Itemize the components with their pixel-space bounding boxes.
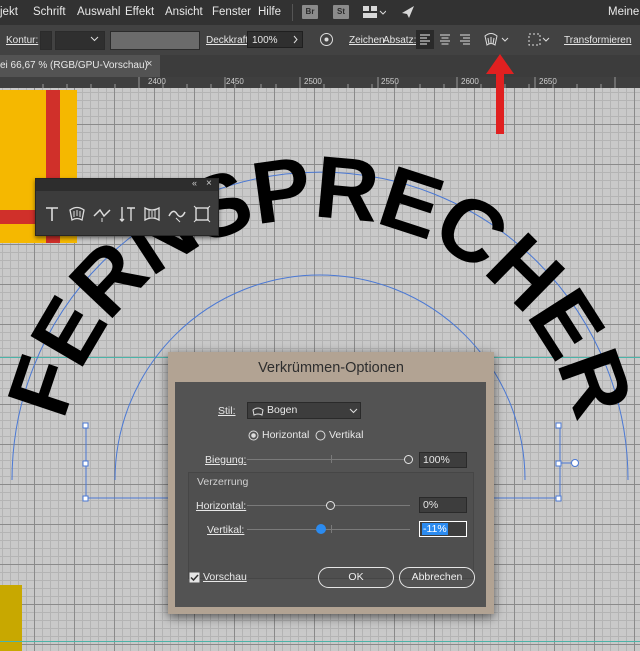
align-center-icon[interactable] — [436, 30, 454, 49]
vertikal-field[interactable]: -11% — [419, 521, 467, 537]
ok-button[interactable]: OK — [318, 567, 394, 588]
collapse-icon[interactable]: « — [192, 178, 197, 188]
menu-effekt[interactable]: Effekt — [125, 6, 154, 18]
red-arrow-annotation — [486, 54, 514, 134]
transformieren-link[interactable]: Transformieren — [564, 35, 631, 46]
align-right-icon[interactable] — [456, 30, 474, 49]
menu-bar: jekt Schrift Auswahl Effekt Ansicht Fens… — [0, 0, 640, 25]
twist-icon[interactable] — [92, 204, 112, 224]
ruler-label: 2400 — [148, 77, 166, 86]
transform-bounds-icon[interactable] — [527, 31, 551, 48]
ruler-label: 2600 — [461, 77, 479, 86]
anchor-point[interactable] — [82, 495, 89, 502]
ruler-label: 2550 — [381, 77, 399, 86]
menu-hilfe[interactable]: Hilfe — [258, 6, 281, 18]
horizontal-label: Horizontal: — [196, 500, 247, 512]
horizontal-field[interactable]: 0% — [419, 497, 467, 513]
biegung-label: Biegung: — [205, 454, 247, 466]
vertikal-radio-label[interactable]: Vertikal — [329, 429, 363, 441]
brush-definition-field[interactable] — [110, 31, 200, 50]
anchor-point[interactable] — [555, 495, 562, 502]
wave-icon[interactable] — [167, 204, 187, 224]
align-left-button[interactable] — [416, 30, 434, 49]
vorschau-label[interactable]: Vorschau — [203, 571, 247, 583]
stil-label: Stil: — [218, 405, 236, 417]
radio-horizontal[interactable] — [248, 430, 259, 441]
style-dropdown[interactable]: Bogen — [247, 402, 361, 419]
flag-envelope-icon[interactable] — [142, 204, 162, 224]
menu-objekt[interactable]: jekt — [0, 6, 18, 18]
anchor-point[interactable] — [555, 460, 562, 467]
dialog-title: Verkrümmen-Optionen — [258, 360, 404, 376]
envelope-grid-icon[interactable] — [192, 204, 212, 224]
vorschau-checkbox[interactable] — [189, 572, 200, 583]
ruler-label: 2450 — [226, 77, 244, 86]
separator — [292, 4, 293, 21]
bridge-button[interactable]: Br — [302, 5, 318, 19]
kontur-label: Kontur: — [6, 35, 39, 46]
biegung-field[interactable]: 100% — [419, 452, 467, 468]
close-icon[interactable]: × — [146, 58, 152, 70]
vertikal-slider-thumb[interactable] — [316, 524, 326, 534]
arc-envelope-icon[interactable] — [67, 204, 87, 224]
abbrechen-button[interactable]: Abbrechen — [399, 567, 475, 588]
stroke-color-swatch[interactable] — [40, 31, 52, 50]
vertical-text-icon[interactable] — [117, 204, 137, 224]
chevron-down-icon — [349, 408, 358, 414]
workspace-layout-icon[interactable] — [362, 5, 386, 19]
chevron-right-icon[interactable] — [293, 35, 299, 44]
horizontal-radio-label[interactable]: Horizontal — [262, 429, 309, 441]
warp-options-dialog: Verkrümmen-Optionen Stil: Bogen Horizont… — [168, 352, 494, 614]
anchor-point[interactable] — [82, 422, 89, 429]
anchor-point[interactable] — [555, 422, 562, 429]
document-tab-title: ei 66,67 % (RGB/GPU-Vorschau) — [0, 60, 148, 71]
verzerrung-label: Verzerrung — [197, 476, 249, 488]
ruler-label: 2650 — [539, 77, 557, 86]
close-icon[interactable]: × — [206, 178, 212, 189]
vertikal-slider-track[interactable] — [247, 529, 410, 530]
menu-fenster[interactable]: Fenster — [212, 6, 251, 18]
menu-auswahl[interactable]: Auswahl — [77, 6, 120, 18]
slider-center-tick — [331, 455, 332, 463]
menu-schrift[interactable]: Schrift — [33, 6, 66, 18]
workspace-name[interactable]: Meiner — [608, 6, 640, 18]
envelope-tools-panel[interactable]: « × — [35, 178, 219, 236]
document-tab-bar: ei 66,67 % (RGB/GPU-Vorschau) × — [0, 55, 640, 77]
panel-header[interactable]: « × — [36, 178, 218, 191]
control-bar: Kontur: Deckkraft: 100% Zeichen Absatz: … — [0, 25, 640, 56]
biegung-slider-track[interactable] — [247, 459, 410, 460]
horizontal-slider-thumb[interactable] — [326, 501, 335, 510]
radio-vertikal[interactable] — [315, 430, 326, 441]
absatz-link[interactable]: Absatz: — [383, 35, 416, 46]
vertikal-field-selection: -11% — [422, 523, 448, 535]
zeichen-link[interactable]: Zeichen — [349, 35, 385, 46]
send-icon[interactable] — [400, 4, 416, 20]
document-tab[interactable]: ei 66,67 % (RGB/GPU-Vorschau) × — [0, 55, 160, 77]
stock-button[interactable]: St — [333, 5, 349, 19]
menu-ansicht[interactable]: Ansicht — [165, 6, 203, 18]
direction-handle[interactable] — [571, 459, 579, 467]
recolor-icon[interactable] — [319, 32, 334, 47]
deckkraft-label: Deckkraft: — [206, 35, 252, 46]
chevron-down-icon[interactable] — [90, 36, 99, 42]
anchor-point[interactable] — [82, 460, 89, 467]
biegung-slider-thumb[interactable] — [404, 455, 413, 464]
text-icon[interactable] — [42, 204, 62, 224]
arc-style-icon — [252, 407, 264, 416]
vertikal-label: Vertikal: — [207, 524, 245, 536]
ruler-label: 2500 — [304, 77, 322, 86]
dialog-body: Stil: Bogen Horizontal Vertikal Biegung:… — [175, 382, 486, 607]
slider-center-tick — [331, 525, 332, 533]
style-value: Bogen — [267, 404, 298, 416]
warp-envelope-icon[interactable] — [483, 31, 511, 48]
